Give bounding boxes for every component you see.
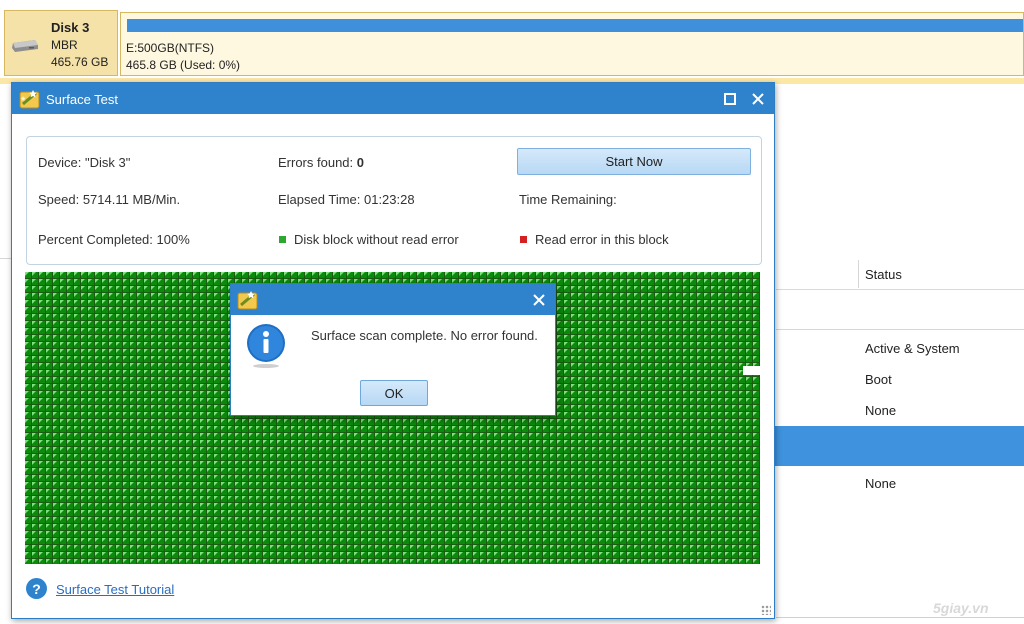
error-block-legend-label: Read error in this block — [535, 232, 669, 247]
start-now-button[interactable]: Start Now — [517, 148, 751, 175]
status-header-label: Status — [865, 267, 902, 282]
partition-usage-text: 465.8 GB (Used: 0%) — [126, 58, 241, 72]
status-column-header[interactable]: Status — [776, 258, 1024, 290]
ok-block-legend-label: Disk block without read error — [294, 232, 459, 247]
surface-test-tutorial-link[interactable]: Surface Test Tutorial — [56, 582, 174, 597]
maximize-icon — [724, 93, 736, 105]
scan-info-panel: Device: "Disk 3" Errors found: 0 Start N… — [26, 136, 762, 265]
ok-block-legend-icon — [279, 236, 286, 243]
error-block-legend-icon — [520, 236, 527, 243]
watermark-text: 5giay.vn — [933, 600, 989, 616]
partition-wizard-app-icon — [237, 291, 258, 310]
table-bottom-border — [776, 617, 1024, 618]
window-title: Surface Test — [46, 92, 119, 107]
percent-completed-label: Percent Completed: 100% — [38, 232, 190, 247]
errors-count: 0 — [356, 155, 365, 170]
close-icon — [533, 294, 545, 306]
partition-wizard-app-icon — [19, 90, 40, 109]
status-cell[interactable]: Active & System — [865, 341, 960, 356]
partition-label: E:500GB(NTFS) — [126, 41, 215, 55]
maximize-button[interactable] — [720, 89, 740, 109]
resize-grip-icon[interactable] — [761, 605, 771, 615]
partition-usage-bar — [127, 19, 1023, 32]
info-icon — [247, 324, 285, 368]
grid-unscanned-area — [743, 366, 760, 375]
surface-test-titlebar[interactable]: Surface Test — [12, 83, 774, 114]
help-icon[interactable]: ? — [26, 578, 47, 599]
ok-button[interactable]: OK — [360, 380, 428, 406]
scan-complete-dialog: Surface scan complete. No error found. O… — [230, 283, 556, 416]
dialog-titlebar[interactable] — [231, 284, 555, 315]
disk-type: MBR — [51, 38, 78, 52]
errors-found-label: Errors found: 0 — [278, 155, 364, 170]
speed-label: Speed: 5714.11 MB/Min. — [38, 192, 181, 207]
column-separator — [858, 260, 859, 288]
elapsed-time-label: Elapsed Time: 01:23:28 — [278, 192, 415, 207]
dialog-close-button[interactable] — [529, 290, 549, 310]
status-cell[interactable]: None — [865, 403, 896, 418]
close-button[interactable] — [748, 89, 768, 109]
row-divider — [776, 329, 1024, 330]
status-cell[interactable]: None — [865, 476, 896, 491]
dialog-message: Surface scan complete. No error found. — [311, 328, 538, 343]
status-cell[interactable]: Boot — [865, 372, 892, 387]
time-remaining-label: Time Remaining: — [519, 192, 617, 207]
selected-table-row[interactable] — [774, 426, 1024, 466]
close-icon — [752, 93, 764, 105]
hard-disk-icon — [12, 40, 38, 52]
disk-name: Disk 3 — [51, 20, 90, 35]
errors-label-text: Errors found: — [278, 155, 354, 170]
disk-size: 465.76 GB — [51, 55, 109, 69]
device-label: Device: "Disk 3" — [38, 155, 131, 170]
partition-card[interactable]: E:500GB(NTFS) 465.8 GB (Used: 0%) — [120, 12, 1024, 76]
disk-card[interactable]: Disk 3 MBR 465.76 GB — [4, 10, 118, 76]
